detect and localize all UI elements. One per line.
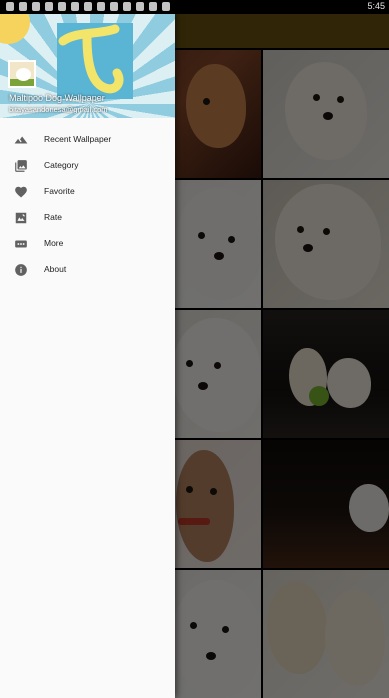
rate-icon bbox=[15, 212, 27, 224]
menu-item-label: More bbox=[44, 238, 64, 248]
drawer-email: bitayasandonesa@gmail.com bbox=[9, 105, 108, 114]
drawer-app-title: Maltipoo Dog Wallpaper bbox=[9, 93, 105, 103]
status-time: 5:45 bbox=[367, 1, 385, 11]
notification-icon bbox=[97, 2, 105, 11]
menu-item-label: Category bbox=[44, 160, 79, 170]
notification-icon bbox=[45, 2, 53, 11]
menu-item-label: Favorite bbox=[44, 186, 75, 196]
notification-icon bbox=[84, 2, 92, 11]
notification-icon bbox=[149, 2, 157, 11]
navigation-drawer: Maltipoo Dog Wallpaper bitayasandonesa@g… bbox=[0, 14, 175, 698]
collections-icon bbox=[15, 160, 27, 172]
notification-icons bbox=[6, 2, 170, 11]
notification-icon bbox=[19, 2, 27, 11]
heart-icon bbox=[15, 186, 27, 198]
avatar bbox=[8, 60, 36, 88]
menu-item-about[interactable]: About bbox=[0, 257, 175, 283]
notification-icon bbox=[136, 2, 144, 11]
menu-item-favorite[interactable]: Favorite bbox=[0, 179, 175, 205]
notification-icon bbox=[71, 2, 79, 11]
notification-icon bbox=[32, 2, 40, 11]
menu-item-label: About bbox=[44, 264, 67, 274]
avatar-dog bbox=[16, 68, 31, 81]
menu-item-label: Recent Wallpaper bbox=[44, 134, 112, 144]
info-icon bbox=[15, 264, 27, 276]
menu-item-category[interactable]: Category bbox=[0, 153, 175, 179]
menu-item-recent-wallpaper[interactable]: Recent Wallpaper bbox=[0, 127, 175, 153]
menu-item-more[interactable]: More bbox=[0, 231, 175, 257]
landscape-icon bbox=[14, 136, 28, 144]
menu-item-label: Rate bbox=[44, 212, 62, 222]
notification-icon bbox=[6, 2, 14, 11]
app-logo-icon bbox=[58, 24, 124, 94]
more-icon bbox=[15, 240, 27, 248]
status-bar: 5:45 bbox=[0, 0, 389, 14]
notification-icon bbox=[58, 2, 66, 11]
notification-icon bbox=[123, 2, 131, 11]
play-store-icon bbox=[162, 2, 170, 11]
drawer-header: Maltipoo Dog Wallpaper bitayasandonesa@g… bbox=[0, 14, 175, 118]
drawer-menu: Recent Wallpaper Category Favorite Rate bbox=[0, 127, 175, 283]
notification-icon bbox=[110, 2, 118, 11]
menu-item-rate[interactable]: Rate bbox=[0, 205, 175, 231]
